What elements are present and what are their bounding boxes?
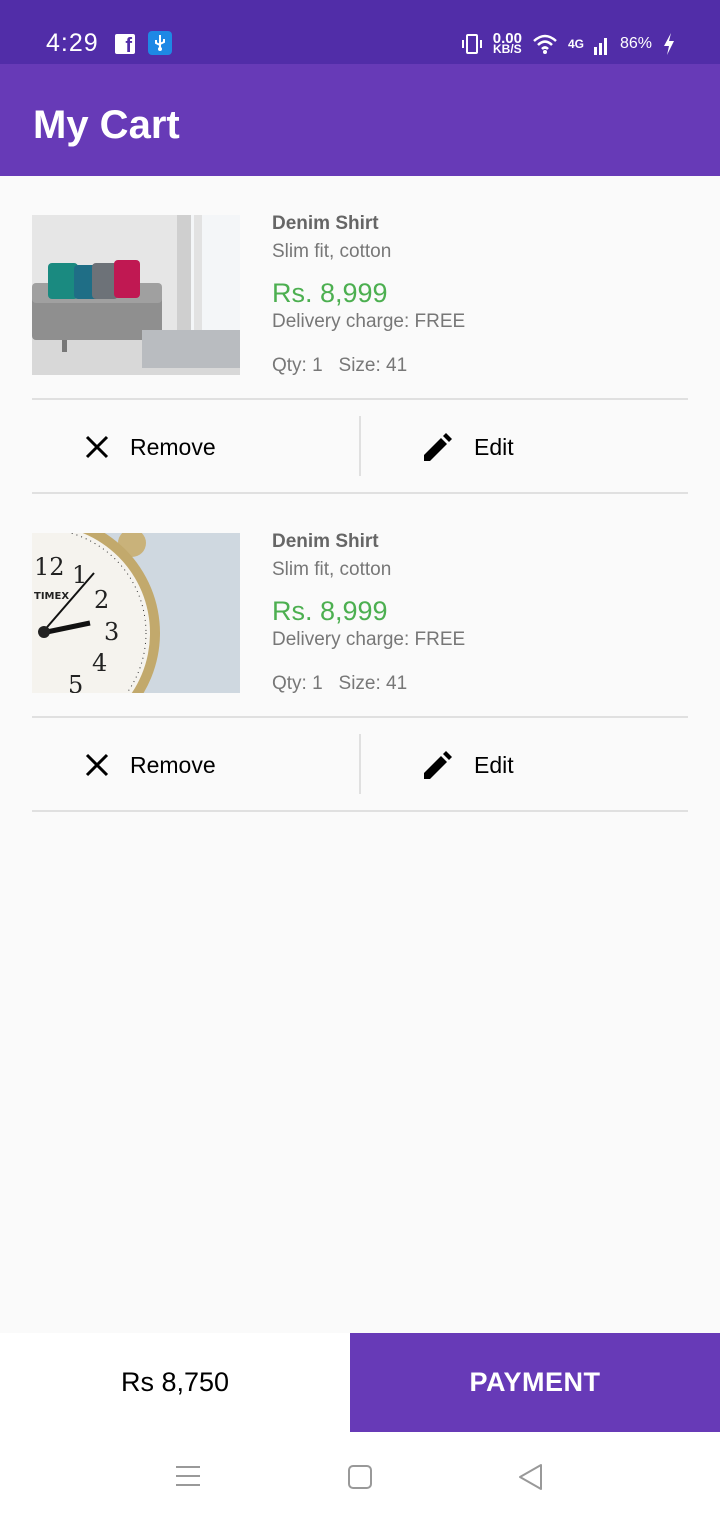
divider [32,398,688,400]
divider [359,734,361,794]
page-title: My Cart [33,103,180,147]
quantity-size: Qty: 1 Size: 41 [272,355,408,376]
payment-button[interactable]: PAYMENT [350,1333,720,1432]
divider [359,416,361,476]
delivery-charge: Delivery charge: FREE [272,311,466,332]
quantity-size: Qty: 1 Size: 41 [272,673,408,694]
remove-label: Remove [130,751,216,778]
edit-button[interactable]: Edit [422,745,514,785]
product-description: Slim fit, cotton [272,559,392,580]
remove-button[interactable]: Remove [84,745,216,785]
edit-label: Edit [474,751,514,778]
close-icon [85,753,109,777]
remove-button[interactable]: Remove [84,427,216,467]
pencil-icon [424,751,452,779]
svg-text:5: 5 [68,671,83,693]
product-image[interactable]: 12 1 2 3 4 5 TIMEX [32,533,240,693]
battery-level: 86% [619,35,652,52]
cart-total: Rs 8,750 [0,1333,350,1432]
divider [32,492,688,494]
signal-icon [593,38,607,55]
home-icon[interactable] [347,1464,373,1490]
vibrate-icon [461,34,482,54]
menu-icon[interactable] [174,1464,202,1488]
network-type: 4G [567,37,584,51]
product-image[interactable] [32,215,240,375]
svg-text:2: 2 [94,586,109,614]
data-rate: 0.00 KB/S [492,30,522,56]
delivery-charge: Delivery charge: FREE [272,629,466,650]
wifi-icon [533,34,557,54]
product-price: Rs. 8,999 [272,278,388,308]
svg-text:3: 3 [104,618,119,646]
product-name: Denim Shirt [272,531,379,552]
svg-text:12: 12 [34,553,65,581]
product-info: Denim Shirt Slim fit, cotton Rs. 8,999 D… [272,212,465,378]
facebook-icon: f [115,34,135,56]
pencil-icon [424,433,452,461]
status-time: 4:29 [46,29,99,57]
status-bar: 4:29 f 0.00 KB/S 4G 86% [0,0,720,64]
remove-label: Remove [130,433,216,460]
edit-label: Edit [474,433,514,460]
app-bar: My Cart [0,64,720,176]
divider [32,716,688,718]
charging-icon [664,33,674,55]
close-icon [85,435,109,459]
status-icons: 0.00 KB/S 4G 86% [461,28,676,60]
system-nav-bar [0,1432,720,1520]
edit-button[interactable]: Edit [422,427,514,467]
divider [32,810,688,812]
product-description: Slim fit, cotton [272,241,392,262]
product-price: Rs. 8,999 [272,596,388,626]
back-icon[interactable] [517,1462,545,1492]
product-name: Denim Shirt [272,213,379,234]
svg-text:TIMEX: TIMEX [34,591,69,602]
svg-text:4: 4 [92,649,107,677]
usb-icon [148,31,172,55]
product-info: Denim Shirt Slim fit, cotton Rs. 8,999 D… [272,530,465,696]
